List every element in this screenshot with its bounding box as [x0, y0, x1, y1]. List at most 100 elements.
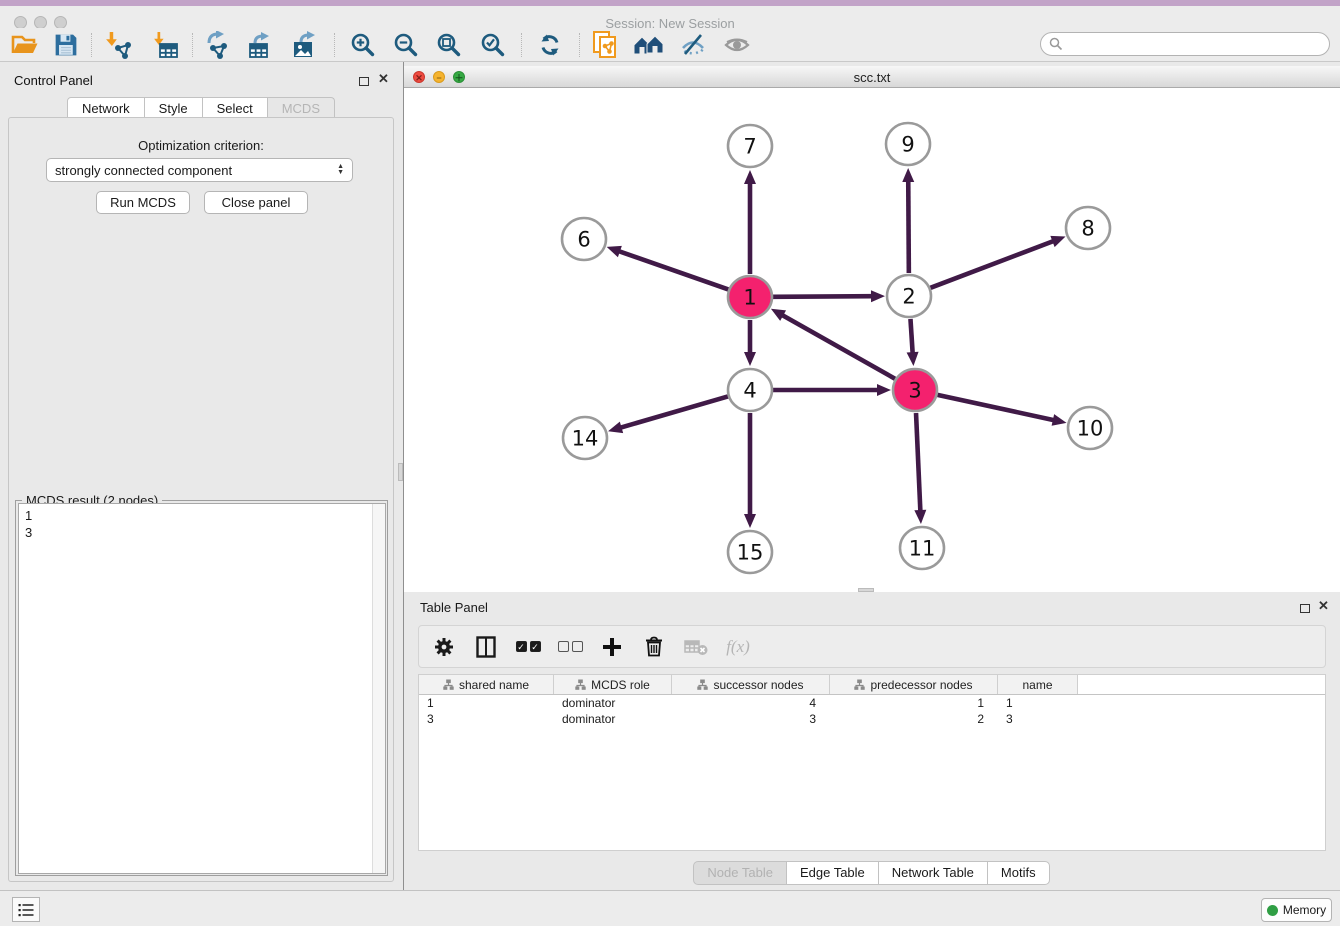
- graph-node-label: 10: [1077, 417, 1104, 441]
- import-network-icon[interactable]: [101, 31, 135, 59]
- table-header-row: shared nameMCDS rolesuccessor nodesprede…: [419, 675, 1325, 695]
- cell-MCDS-role: dominator: [554, 695, 672, 711]
- graph-node-label: 14: [572, 427, 599, 451]
- graph-node-label: 11: [909, 537, 936, 561]
- new-network-from-selection-icon[interactable]: [589, 31, 623, 59]
- tab-node-table[interactable]: Node Table: [693, 861, 787, 885]
- close-table-panel-icon[interactable]: ✕: [1318, 601, 1329, 611]
- result-line: 3: [25, 524, 379, 541]
- network-window-title: scc.txt: [404, 70, 1340, 85]
- vertical-splitter-grip[interactable]: [398, 463, 403, 481]
- toolbar-separator: [521, 33, 522, 57]
- dropdown-stepper-icon: ▲▼: [337, 164, 344, 176]
- graph-edge-arrow: [744, 170, 756, 184]
- table-row[interactable]: 3dominator323: [419, 711, 1325, 727]
- tab-motifs[interactable]: Motifs: [987, 861, 1050, 885]
- tab-network-table[interactable]: Network Table: [878, 861, 988, 885]
- memory-button[interactable]: Memory: [1261, 898, 1332, 922]
- column-header-predecessor-nodes[interactable]: predecessor nodes: [830, 675, 998, 694]
- cell-predecessor-nodes: 1: [830, 695, 998, 711]
- optimization-criterion-label: Optimization criterion:: [9, 138, 393, 153]
- float-panel-icon[interactable]: [359, 74, 369, 89]
- graph-edge-arrow: [1050, 236, 1065, 247]
- window-titlebar: Session: New Session: [0, 6, 1340, 28]
- save-session-icon[interactable]: [49, 31, 83, 59]
- export-image-icon[interactable]: [289, 31, 323, 59]
- graph-edge-2-3[interactable]: [910, 319, 912, 354]
- network-window: ✕ − ＋ scc.txt 7968124314101511: [404, 62, 1340, 592]
- select-all-icon[interactable]: ✓✓: [515, 634, 541, 660]
- column-header-successor-nodes[interactable]: successor nodes: [672, 675, 830, 694]
- close-panel-button[interactable]: Close panel: [204, 191, 308, 214]
- table-panel: Table Panel ✕ ✓✓ f(x) shared nameMCDS ro…: [404, 592, 1340, 890]
- table-options-icon[interactable]: [431, 634, 457, 660]
- zoom-fit-icon[interactable]: [432, 31, 466, 59]
- task-history-button[interactable]: [12, 897, 40, 922]
- function-builder-icon[interactable]: f(x): [725, 634, 751, 660]
- table-rows: 1dominator4113dominator323: [419, 695, 1325, 727]
- graph-node-label: 7: [743, 135, 756, 159]
- status-bar: Memory: [0, 890, 1340, 926]
- cell-shared-name: 1: [419, 695, 554, 711]
- zoom-in-icon[interactable]: [346, 31, 380, 59]
- table-row[interactable]: 1dominator411: [419, 695, 1325, 711]
- cell-successor-nodes: 4: [672, 695, 830, 711]
- cell-predecessor-nodes: 2: [830, 711, 998, 727]
- network-canvas[interactable]: 7968124314101511: [404, 88, 1340, 592]
- deselect-all-icon[interactable]: [557, 634, 583, 660]
- toolbar-separator: [334, 33, 335, 57]
- cell-shared-name: 3: [419, 711, 554, 727]
- graph-node-label: 15: [737, 541, 764, 565]
- close-panel-icon[interactable]: ✕: [378, 74, 389, 84]
- table-panel-title: Table Panel: [420, 600, 488, 615]
- toolbar-separator: [91, 33, 92, 57]
- graph-node-label: 4: [743, 379, 756, 403]
- delete-table-icon[interactable]: [683, 634, 709, 660]
- graph-edge-arrow: [608, 422, 623, 434]
- graph-edge-4-14[interactable]: [620, 396, 728, 428]
- graph-edge-2-8[interactable]: [931, 241, 1055, 288]
- column-header-MCDS-role[interactable]: MCDS role: [554, 675, 672, 694]
- network-window-titlebar[interactable]: ✕ − ＋ scc.txt: [404, 66, 1340, 88]
- graph-edge-3-1[interactable]: [781, 315, 895, 379]
- hide-graphics-details-icon[interactable]: [676, 31, 710, 59]
- graph-edge-3-11[interactable]: [916, 413, 920, 512]
- graph-edge-2-9[interactable]: [908, 180, 909, 273]
- table-toolbar: ✓✓ f(x): [418, 625, 1326, 668]
- run-mcds-button[interactable]: Run MCDS: [96, 191, 190, 214]
- mcds-result-group: MCDS result (2 nodes) 13: [15, 500, 388, 876]
- result-scrollbar[interactable]: [372, 504, 385, 873]
- table-tabs: Node TableEdge TableNetwork TableMotifs: [404, 861, 1340, 885]
- graph-edge-3-10[interactable]: [937, 395, 1054, 420]
- show-all-networks-icon[interactable]: [632, 31, 666, 59]
- search-icon: [1049, 37, 1063, 51]
- export-table-icon[interactable]: [245, 31, 279, 59]
- zoom-selected-icon[interactable]: [476, 31, 510, 59]
- graph-edge-arrow: [877, 384, 891, 396]
- graph-edge-1-6[interactable]: [618, 251, 728, 290]
- refresh-icon[interactable]: [533, 31, 567, 59]
- cell-name: 1: [998, 695, 1078, 711]
- search-input[interactable]: [1040, 32, 1330, 56]
- graph-edge-1-2[interactable]: [773, 296, 873, 297]
- format-columns-icon[interactable]: [473, 634, 499, 660]
- memory-status-icon: [1267, 905, 1278, 916]
- add-column-icon[interactable]: [599, 634, 625, 660]
- export-network-icon[interactable]: [202, 31, 236, 59]
- column-header-name[interactable]: name: [998, 675, 1078, 694]
- mcds-result-textarea[interactable]: 13: [18, 503, 386, 874]
- graph-edge-arrow: [902, 168, 914, 182]
- column-header-shared-name[interactable]: shared name: [419, 675, 554, 694]
- delete-column-icon[interactable]: [641, 634, 667, 660]
- open-session-icon[interactable]: [8, 31, 42, 59]
- graph-node-label: 3: [908, 379, 921, 403]
- graph-edge-arrow: [914, 510, 926, 524]
- show-graphics-details-icon[interactable]: [720, 31, 754, 59]
- tab-edge-table[interactable]: Edge Table: [786, 861, 879, 885]
- import-table-icon[interactable]: [148, 31, 182, 59]
- float-table-panel-icon[interactable]: [1300, 601, 1310, 616]
- zoom-out-icon[interactable]: [389, 31, 423, 59]
- criterion-dropdown[interactable]: strongly connected component ▲▼: [46, 158, 353, 182]
- cell-successor-nodes: 3: [672, 711, 830, 727]
- graph-node-label: 2: [902, 285, 915, 309]
